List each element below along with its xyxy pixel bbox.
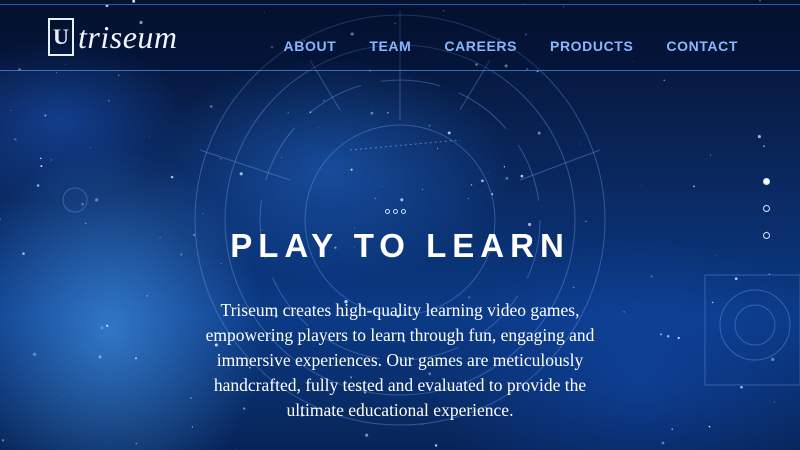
hero-headline: PLAY TO LEARN <box>230 227 570 264</box>
slide-dot-2[interactable] <box>763 205 770 212</box>
triseum-logo[interactable]: U triseum <box>48 18 178 56</box>
nav-team-link[interactable]: TEAM <box>369 38 411 54</box>
slide-dot-1[interactable] <box>763 178 770 185</box>
nav-contact-link[interactable]: CONTACT <box>666 38 738 54</box>
nav-about-link[interactable]: ABOUT <box>284 38 337 54</box>
navigation-bar: U triseum ABOUT TEAM CAREERS PRODUCTS CO… <box>0 8 800 71</box>
logo-mark-icon: U <box>48 18 74 56</box>
logo-wordmark: triseum <box>78 19 178 55</box>
nav-careers-link[interactable]: CAREERS <box>444 38 517 54</box>
slide-pager <box>763 178 770 239</box>
slide-dot-3[interactable] <box>763 232 770 239</box>
hero-description: Triseum creates high-quality learning vi… <box>205 300 595 420</box>
three-dots-icon <box>385 209 406 214</box>
main-menu: ABOUT TEAM CAREERS PRODUCTS CONTACT <box>284 38 738 54</box>
nav-products-link[interactable]: PRODUCTS <box>550 38 633 54</box>
top-accent-line <box>0 4 800 5</box>
